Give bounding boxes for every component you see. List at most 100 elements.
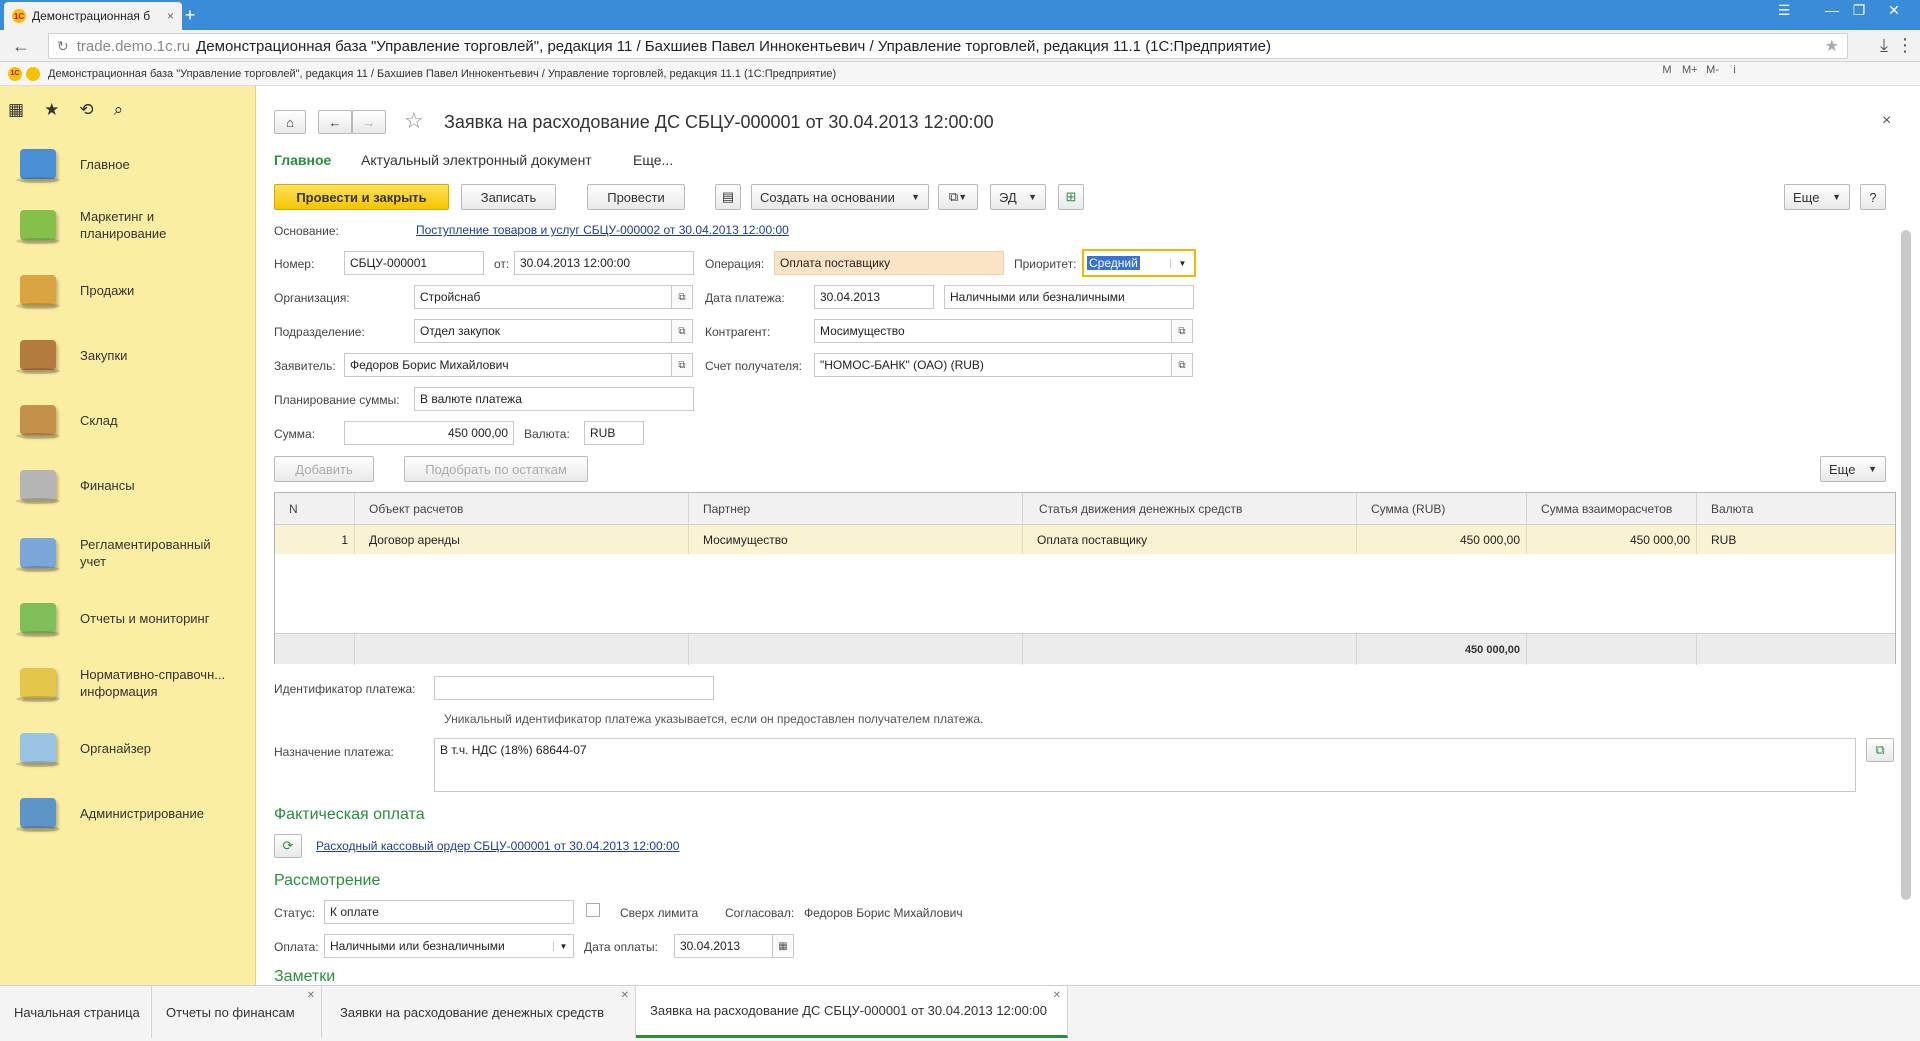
section-admin[interactable]: Администрирование xyxy=(14,783,254,843)
tab-main[interactable]: Главное xyxy=(274,152,331,168)
table-row[interactable]: 1 Договор аренды Мосимущество Оплата пос… xyxy=(275,525,1895,554)
window-tab-requests[interactable]: Заявки на расходование денежных средств … xyxy=(326,986,636,1038)
ed-button[interactable]: ЭД ▼ xyxy=(990,184,1046,210)
section-accounting[interactable]: Регламентированный учет xyxy=(14,523,254,583)
new-tab-button[interactable]: + xyxy=(178,4,202,26)
number-field[interactable]: СБЦУ-000001 xyxy=(344,251,484,275)
all-functions-icon[interactable]: ▦ xyxy=(8,100,24,120)
open-applicant-icon[interactable]: ⧉ xyxy=(671,353,693,377)
payment-date-field[interactable]: 30.04.2013 xyxy=(814,285,934,309)
window-tab-home[interactable]: Начальная страница xyxy=(0,986,152,1038)
sum-field[interactable]: 450 000,00 xyxy=(344,421,514,445)
section-reference[interactable]: Нормативно-справочн... информация xyxy=(14,653,254,713)
planning-field[interactable]: В валюте платежа xyxy=(414,387,694,411)
favorites-icon[interactable]: ★ xyxy=(44,100,59,120)
open-counterparty-icon[interactable]: ⧉ xyxy=(1171,319,1193,343)
open-organization-icon[interactable]: ⧉ xyxy=(671,285,693,309)
column-header[interactable]: Партнер xyxy=(689,493,1023,525)
column-header[interactable]: N xyxy=(275,493,355,525)
calendar-icon[interactable]: ▦ xyxy=(772,934,794,958)
section-organizer[interactable]: Органайзер xyxy=(14,718,254,778)
section-marketing[interactable]: Маркетинг и планирование xyxy=(14,195,254,255)
applicant-field[interactable]: Федоров Борис Михайлович xyxy=(344,353,674,377)
column-header[interactable]: Валюта xyxy=(1697,493,1895,525)
column-header[interactable]: Сумма (RUB) xyxy=(1357,493,1527,525)
basis-link[interactable]: Поступление товаров и услуг СБЦУ-000002 … xyxy=(416,223,789,237)
close-tab-icon[interactable]: × xyxy=(167,9,174,23)
address-bar[interactable]: ↻ trade.demo.1c.ru Демонстрационная база… xyxy=(48,33,1848,59)
create-based-on-button[interactable]: Создать на основании ▼ xyxy=(751,184,929,210)
section-reports[interactable]: Отчеты и мониторинг xyxy=(14,588,254,648)
column-header[interactable]: Сумма взаиморасчетов xyxy=(1527,493,1697,525)
more-button[interactable]: Еще ▼ xyxy=(1784,184,1850,210)
reload-icon[interactable]: ↻ xyxy=(57,38,69,55)
refresh-icon[interactable]: ⟳ xyxy=(274,834,302,858)
post-button[interactable]: Провести xyxy=(587,184,685,210)
counterparty-field[interactable]: Мосимущество xyxy=(814,319,1174,343)
forward-icon[interactable]: → xyxy=(352,110,386,134)
open-account-icon[interactable]: ⧉ xyxy=(1171,353,1193,377)
currency-field[interactable]: RUB xyxy=(584,421,644,445)
save-button[interactable]: Записать xyxy=(461,184,556,210)
memory-minus-icon[interactable]: M- xyxy=(1706,64,1720,76)
pick-by-balance-button[interactable]: Подобрать по остаткам xyxy=(404,456,588,482)
department-field[interactable]: Отдел закупок xyxy=(414,319,674,343)
chevron-down-icon[interactable]: ▼ xyxy=(1170,258,1194,268)
close-window-icon[interactable]: ✕ xyxy=(1880,0,1908,22)
priority-select[interactable]: Средний ▼ xyxy=(1082,249,1196,277)
purpose-field[interactable]: В т.ч. НДС (18%) 68644-07 xyxy=(434,738,1856,792)
window-tab-current-request[interactable]: Заявка на расходование ДС СБЦУ-000001 от… xyxy=(636,986,1068,1038)
download-icon[interactable]: ⤓ xyxy=(1880,35,1888,56)
payment-select[interactable]: Наличными или безналичными ▼ xyxy=(324,934,574,958)
column-header[interactable]: Статья движения денежных средств xyxy=(1023,493,1357,525)
memory-plus-icon[interactable]: M+ xyxy=(1682,64,1698,76)
section-main[interactable]: Главное xyxy=(14,134,254,194)
status-field[interactable]: К оплате xyxy=(324,900,574,924)
browser-tab[interactable]: 1С Демонстрационная б × xyxy=(4,2,182,30)
operation-field[interactable]: Оплата поставщику xyxy=(774,251,1004,275)
chevron-down-icon[interactable]: ▼ xyxy=(553,941,573,951)
home-icon[interactable]: ⌂ xyxy=(274,110,306,134)
table-more-button[interactable]: Еще ▼ xyxy=(1820,456,1886,482)
payment-form-field[interactable]: Наличными или безналичными xyxy=(944,285,1194,309)
tab-electronic-document[interactable]: Актуальный электронный документ xyxy=(361,152,592,168)
date-field[interactable]: 30.04.2013 12:00:00 xyxy=(514,251,694,275)
close-icon[interactable]: ✕ xyxy=(1053,990,1061,1001)
bookmark-star-icon[interactable]: ★ xyxy=(1825,36,1839,56)
close-form-icon[interactable]: × xyxy=(1882,112,1891,130)
back-icon[interactable]: ← xyxy=(318,110,352,134)
recipient-account-field[interactable]: "НОМОС-БАНК" (ОАО) (RUB) xyxy=(814,353,1174,377)
tab-more[interactable]: Еще... xyxy=(633,152,673,168)
info-icon[interactable]: i xyxy=(1728,64,1742,76)
close-icon[interactable]: ✕ xyxy=(307,990,315,1001)
organization-field[interactable]: Стройснаб xyxy=(414,285,674,309)
minimize-icon[interactable]: — xyxy=(1818,0,1846,22)
app-menu-icon[interactable] xyxy=(26,66,40,81)
structure-icon[interactable]: ⊞ xyxy=(1058,184,1084,210)
section-warehouse[interactable]: Склад xyxy=(14,390,254,450)
window-tab-finance-reports[interactable]: Отчеты по финансам ✕ xyxy=(152,986,322,1038)
open-department-icon[interactable]: ⧉ xyxy=(671,319,693,343)
memory-icon[interactable]: M xyxy=(1660,64,1674,76)
add-row-button[interactable]: Добавить xyxy=(274,456,374,482)
edit-purpose-icon[interactable]: ⧉ xyxy=(1866,738,1894,762)
help-button[interactable]: ? xyxy=(1860,184,1886,210)
restore-icon[interactable]: ❐ xyxy=(1845,0,1873,22)
form-scrollbar[interactable] xyxy=(1901,230,1911,900)
payment-id-field[interactable] xyxy=(434,676,714,700)
section-sales[interactable]: Продажи xyxy=(14,260,254,320)
browser-menu-icon[interactable]: ☰ xyxy=(1770,0,1798,22)
cash-order-link[interactable]: Расходный кассовый ордер СБЦУ-000001 от … xyxy=(316,839,679,853)
search-icon[interactable]: ⌕ xyxy=(114,100,124,120)
favorite-star-icon[interactable]: ☆ xyxy=(404,108,424,134)
attachments-icon[interactable]: ⧉ ▼ xyxy=(938,184,978,210)
over-limit-checkbox[interactable] xyxy=(586,903,600,917)
payment-date-field-2[interactable]: 30.04.2013 xyxy=(674,934,774,958)
decoding-table[interactable]: N Объект расчетов Партнер Статья движени… xyxy=(274,492,1896,665)
browser-kebab-icon[interactable]: ⋮ xyxy=(1896,35,1914,56)
post-and-close-button[interactable]: Провести и закрыть xyxy=(274,184,449,210)
close-icon[interactable]: ✕ xyxy=(621,990,629,1001)
history-icon[interactable]: ⟲ xyxy=(79,100,93,120)
print-list-icon[interactable]: ▤ xyxy=(715,184,741,210)
column-header[interactable]: Объект расчетов xyxy=(355,493,689,525)
